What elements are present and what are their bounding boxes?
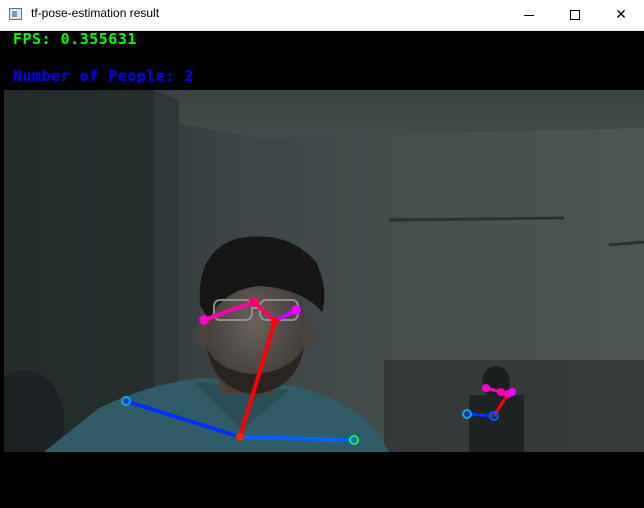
skeleton2-keypoint-eye-left	[508, 388, 516, 396]
title-bar[interactable]: tf-pose-estimation result ✕	[0, 0, 644, 31]
skeleton2-keypoint-ear	[482, 384, 490, 392]
window-title: tf-pose-estimation result	[31, 6, 160, 20]
skeleton-keypoint-eye-left	[291, 305, 301, 315]
maximize-button[interactable]	[552, 0, 598, 30]
maximize-icon	[570, 10, 580, 20]
skeleton-keypoint-ear-right	[199, 315, 209, 325]
background-person-body	[469, 395, 524, 452]
shelf-line	[388, 216, 565, 222]
person-ear-left	[195, 322, 209, 348]
window-app-icon	[9, 8, 22, 20]
skeleton2-keypoint-eye	[497, 388, 505, 396]
fps-readout: FPS: 0.355631	[13, 30, 137, 48]
person-ear-right	[301, 322, 315, 348]
skeleton-keypoint-neck	[236, 433, 244, 441]
people-count-readout: Number of People: 2	[13, 67, 195, 85]
camera-frame	[4, 90, 644, 452]
camera-image	[4, 90, 644, 452]
close-button[interactable]: ✕	[598, 0, 644, 30]
close-icon: ✕	[615, 7, 627, 23]
skeleton-keypoint-nose	[271, 317, 279, 325]
skeleton-keypoint-eye-right	[249, 297, 259, 307]
minimize-button[interactable]	[506, 0, 552, 30]
minimize-icon	[524, 14, 534, 16]
app-window: tf-pose-estimation result ✕ FPS: 0.35563…	[0, 0, 644, 508]
result-canvas: FPS: 0.355631 Number of People: 2	[0, 31, 644, 508]
